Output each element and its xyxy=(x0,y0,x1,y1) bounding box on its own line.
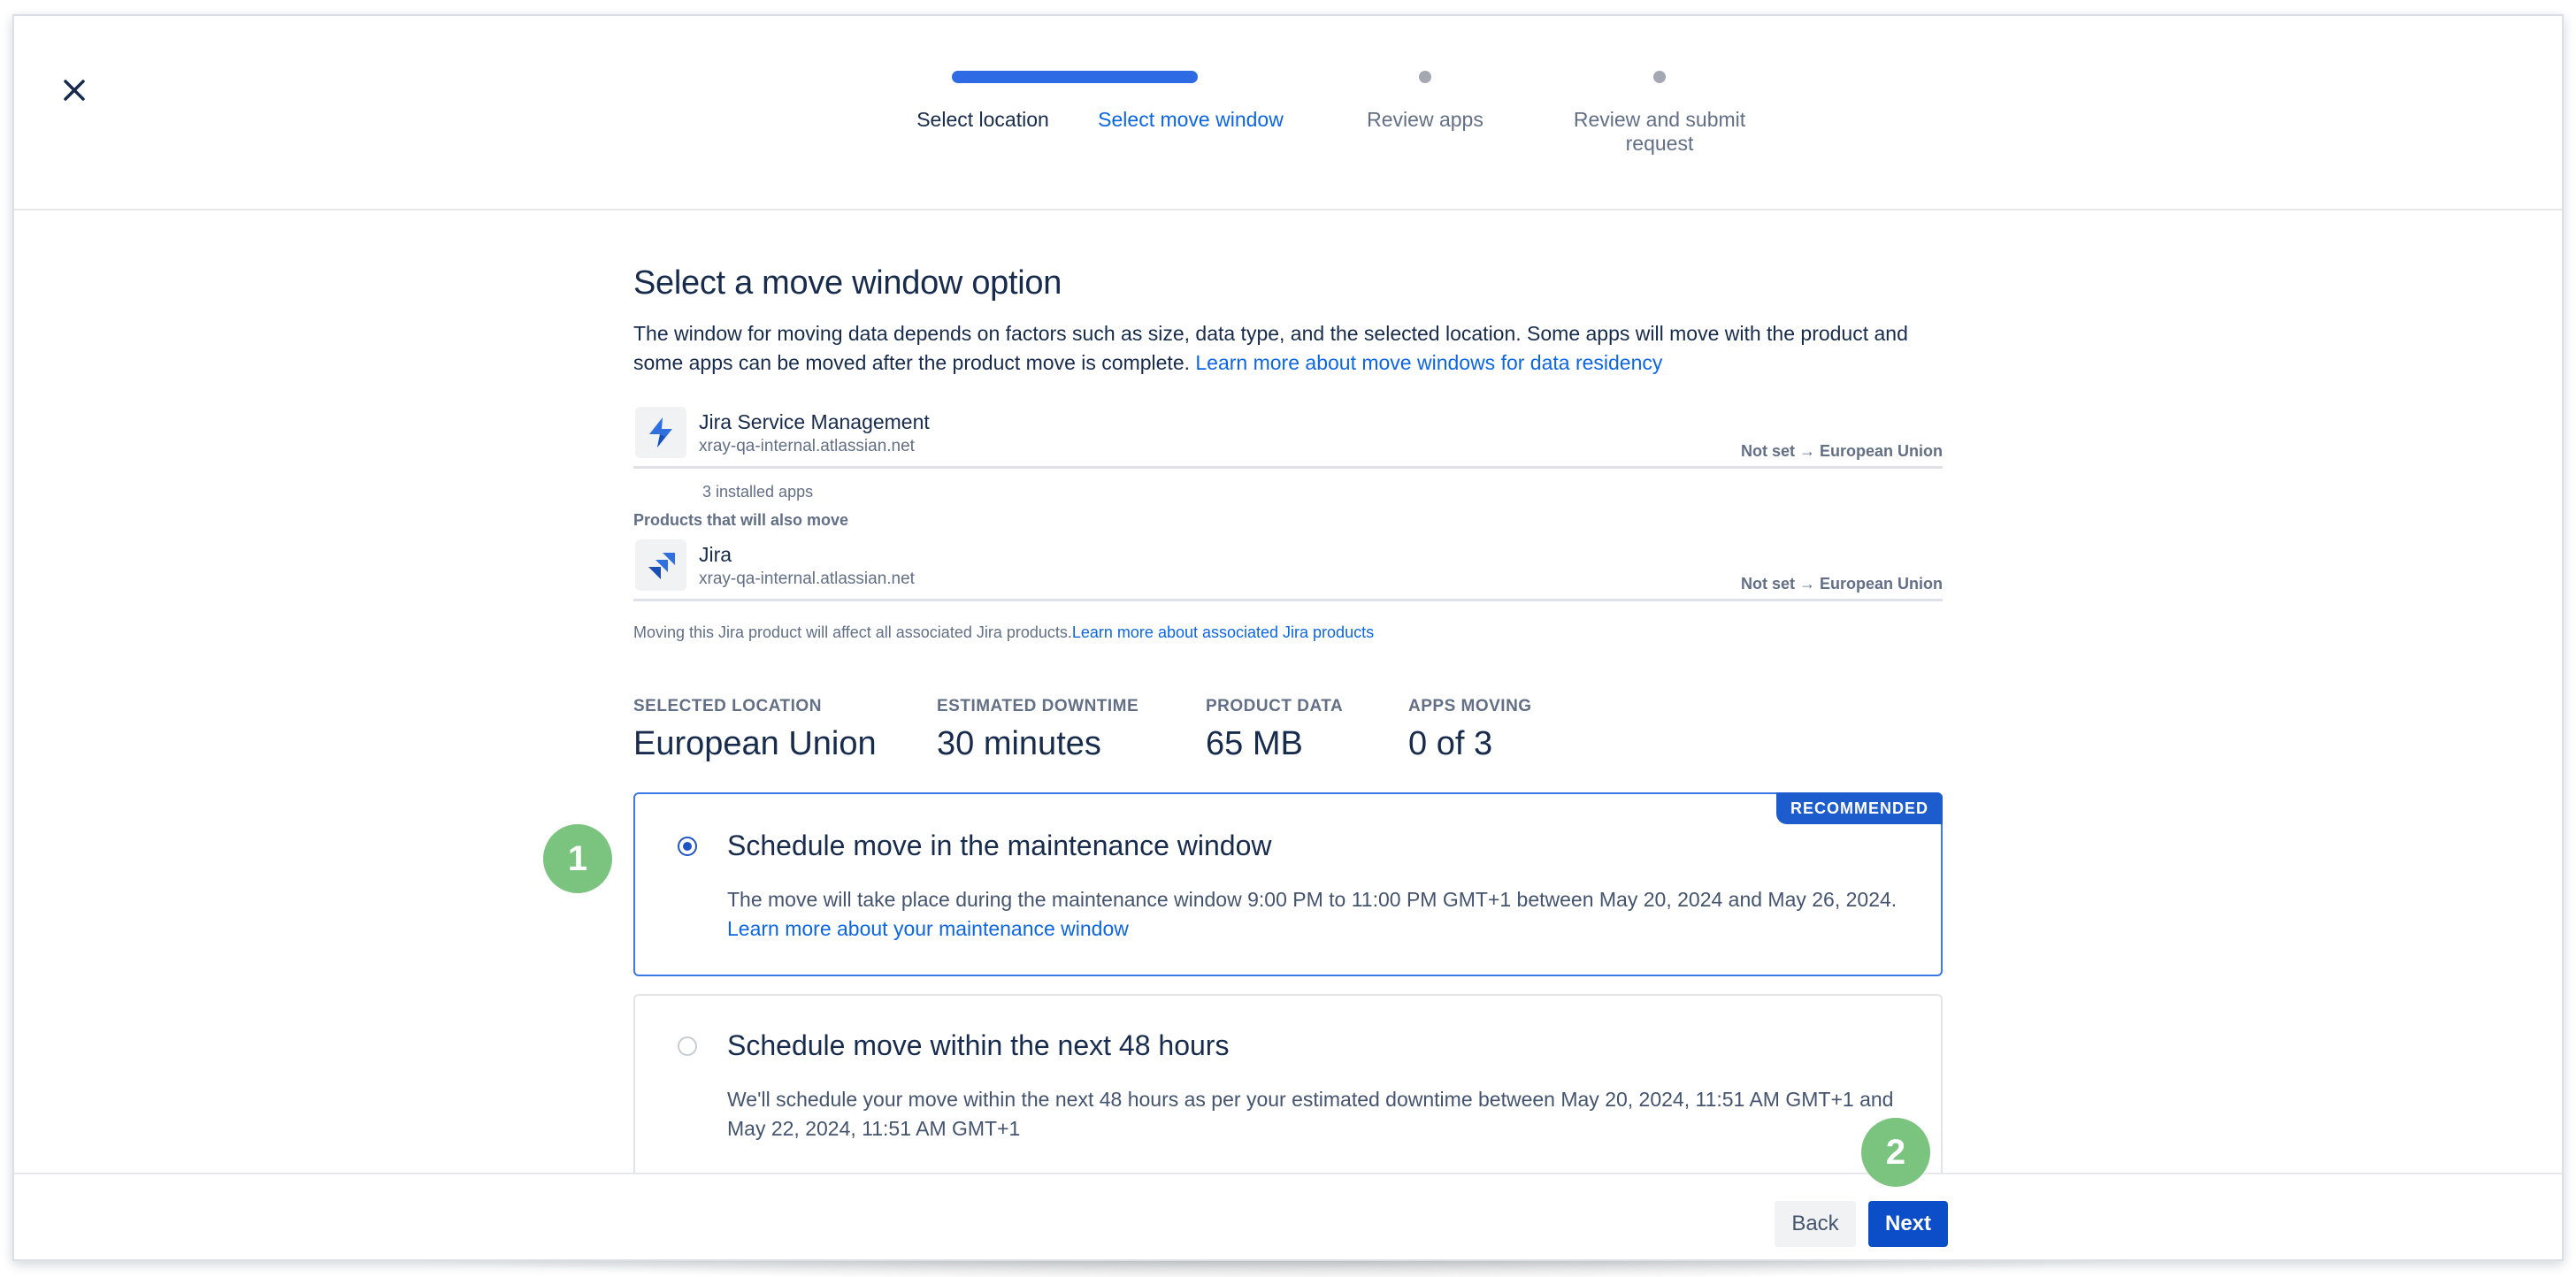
option-maintenance-window[interactable]: RECOMMENDED Schedule move in the mainten… xyxy=(633,792,1943,976)
stat-value: 30 minutes xyxy=(937,725,1101,762)
step-label: Select location xyxy=(916,108,1049,131)
option-next-48-hours[interactable]: Schedule move within the next 48 hours W… xyxy=(633,994,1943,1178)
installed-apps-count: 3 installed apps xyxy=(702,483,814,501)
step-review-submit: Review and submit request xyxy=(1553,16,1766,157)
step-label: Select move window xyxy=(1098,108,1284,131)
learn-more-maintenance-window-link[interactable]: Learn more about your maintenance window xyxy=(727,917,1129,940)
stat-value: European Union xyxy=(633,725,877,762)
step-select-move-window: Select move window xyxy=(1067,16,1315,140)
option-description: The move will take place during the main… xyxy=(727,888,1898,911)
callout-1: 1 xyxy=(543,824,612,893)
callout-2: 2 xyxy=(1861,1118,1930,1187)
step-dot xyxy=(1653,71,1666,83)
step-select-location: Select location xyxy=(872,16,1198,140)
stat-label: ESTIMATED DOWNTIME xyxy=(937,697,1139,715)
stat-estimated-downtime: ESTIMATED DOWNTIME 30 minutes xyxy=(937,697,1138,763)
product-name: Jira Service Management xyxy=(699,410,930,433)
back-button[interactable]: Back xyxy=(1775,1201,1856,1247)
stat-apps-moving: APPS MOVING 0 of 3 xyxy=(1408,697,1532,763)
product-row-jsm: Jira Service Management xray-qa-internal… xyxy=(633,407,1943,469)
option-title: Schedule move within the next 48 hours xyxy=(727,1029,1230,1061)
also-move-heading: Products that will also move xyxy=(633,511,849,529)
radio-next-48-hours[interactable] xyxy=(678,1036,697,1056)
associated-products-note: Moving this Jira product will affect all… xyxy=(633,623,1374,642)
stat-label: APPS MOVING xyxy=(1408,697,1532,715)
product-location-status: Not set → European Union xyxy=(1740,442,1943,460)
product-location-status: Not set → European Union xyxy=(1740,575,1943,593)
step-label: Review and submit request xyxy=(1573,108,1746,155)
stat-selected-location: SELECTED LOCATION European Union xyxy=(633,697,877,763)
jira-icon xyxy=(635,539,686,591)
stat-product-data: PRODUCT DATA 65 MB xyxy=(1206,697,1343,763)
stat-label: PRODUCT DATA xyxy=(1206,697,1344,715)
stat-label: SELECTED LOCATION xyxy=(633,697,822,715)
step-review-apps: Review apps xyxy=(1315,16,1536,140)
product-url: xray-qa-internal.atlassian.net xyxy=(699,437,915,455)
radio-maintenance-window[interactable] xyxy=(678,837,697,856)
learn-more-associated-products-link[interactable]: Learn more about associated Jira product… xyxy=(1072,623,1374,641)
recommended-badge: RECOMMENDED xyxy=(1775,792,1943,824)
close-icon[interactable] xyxy=(50,65,99,115)
option-title: Schedule move in the maintenance window xyxy=(727,830,1272,861)
stat-value: 0 of 3 xyxy=(1408,725,1493,762)
step-dot xyxy=(1419,71,1431,83)
note-text: Moving this Jira product will affect all… xyxy=(633,623,1072,641)
product-name: Jira xyxy=(699,543,732,566)
product-row-jira: Jira xray-qa-internal.atlassian.net Not … xyxy=(633,539,1943,601)
option-description: We'll schedule your move within the next… xyxy=(727,1088,1894,1140)
step-label: Review apps xyxy=(1367,108,1484,131)
page-description: The window for moving data depends on fa… xyxy=(633,319,1943,378)
next-button[interactable]: Next xyxy=(1868,1201,1948,1247)
product-url: xray-qa-internal.atlassian.net xyxy=(699,570,915,588)
dialog-footer: Back Next xyxy=(14,1173,2562,1259)
jira-service-management-icon xyxy=(635,407,686,458)
learn-more-move-windows-link[interactable]: Learn more about move windows for data r… xyxy=(1195,351,1662,374)
stat-value: 65 MB xyxy=(1206,725,1303,762)
move-window-dialog: Select location Select move window Revie… xyxy=(12,14,2564,1261)
page-title: Select a move window option xyxy=(633,264,1062,302)
stepper-header: Select location Select move window Revie… xyxy=(14,16,2562,210)
option-body: The move will take place during the main… xyxy=(727,885,1921,944)
